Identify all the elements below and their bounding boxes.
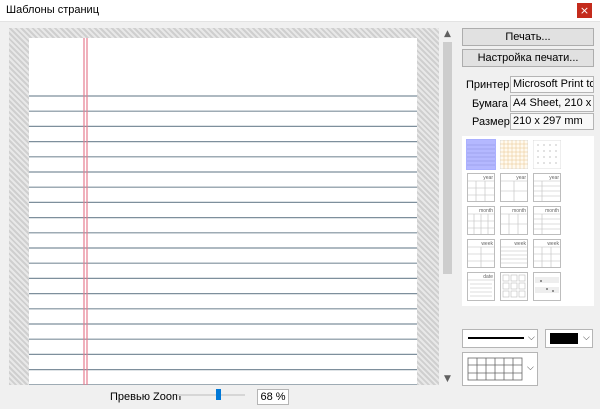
- template-date[interactable]: date: [467, 272, 495, 301]
- template-music-staff[interactable]: [533, 272, 561, 301]
- line-color-select[interactable]: ⌵: [545, 329, 593, 348]
- template-month-3[interactable]: month: [533, 206, 561, 235]
- template-year-3[interactable]: year: [533, 173, 561, 202]
- window-title: Шаблоны страниц: [6, 4, 99, 16]
- paper-label: Бумага: [472, 98, 508, 110]
- template-month-label: month: [545, 208, 559, 214]
- printer-field: Microsoft Print to PDF: [510, 76, 594, 93]
- color-swatch: [550, 333, 578, 344]
- zoom-slider[interactable]: [177, 394, 245, 396]
- zoom-value: 68 %: [257, 389, 289, 405]
- template-week-1[interactable]: week: [467, 239, 495, 268]
- chevron-up-icon[interactable]: ▲: [441, 28, 454, 40]
- lined-page-svg: [29, 38, 417, 385]
- chevron-down-icon: ⌵: [583, 333, 590, 343]
- line-style-select[interactable]: ⌵: [462, 329, 538, 348]
- scrollbar-thumb[interactable]: [443, 42, 452, 274]
- template-year-label: year: [549, 175, 559, 181]
- template-week-label: week: [547, 241, 559, 247]
- template-month-2[interactable]: month: [500, 206, 528, 235]
- template-lined-blue[interactable]: [467, 140, 495, 169]
- template-dot-grid[interactable]: [533, 140, 561, 169]
- template-year-1[interactable]: year: [467, 173, 495, 202]
- preview-page: [29, 38, 417, 385]
- chevron-down-icon: ⌵: [528, 333, 535, 343]
- preview-scrollbar[interactable]: ▲ ▼: [441, 28, 454, 385]
- template-gallery: year year year month month month week we…: [462, 136, 594, 306]
- template-month-label: month: [479, 208, 493, 214]
- template-graph-paper[interactable]: [500, 140, 528, 169]
- template-month-1[interactable]: month: [467, 206, 495, 235]
- title-bar: Шаблоны страниц ×: [0, 0, 600, 22]
- page-preview: [9, 28, 439, 385]
- line-sample: [468, 337, 524, 339]
- chevron-down-icon[interactable]: ▼: [441, 373, 454, 385]
- paper-field: A4 Sheet, 210 x 297 mm: [510, 95, 594, 112]
- size-label: Размер: [472, 116, 510, 128]
- chevron-down-icon: ⌵: [527, 363, 534, 373]
- print-setup-button[interactable]: Настройка печати...: [462, 49, 594, 67]
- grid-sample: [467, 357, 523, 381]
- zoom-label: Превью Zoom: [110, 391, 182, 403]
- template-week-3[interactable]: week: [533, 239, 561, 268]
- template-date-label: date: [483, 274, 493, 280]
- close-icon: ×: [579, 4, 590, 17]
- template-boxes[interactable]: [500, 272, 528, 301]
- template-week-label: week: [514, 241, 526, 247]
- grid-style-select[interactable]: ⌵: [462, 352, 538, 386]
- template-week-label: week: [481, 241, 493, 247]
- template-year-2[interactable]: year: [500, 173, 528, 202]
- close-button[interactable]: ×: [577, 3, 592, 18]
- zoom-slider-thumb[interactable]: [216, 389, 221, 400]
- printer-label: Принтер: [466, 79, 510, 91]
- size-field: 210 x 297 mm: [510, 113, 594, 130]
- template-month-label: month: [512, 208, 526, 214]
- template-year-label: year: [483, 175, 493, 181]
- print-button[interactable]: Печать...: [462, 28, 594, 46]
- template-year-label: year: [516, 175, 526, 181]
- template-week-2[interactable]: week: [500, 239, 528, 268]
